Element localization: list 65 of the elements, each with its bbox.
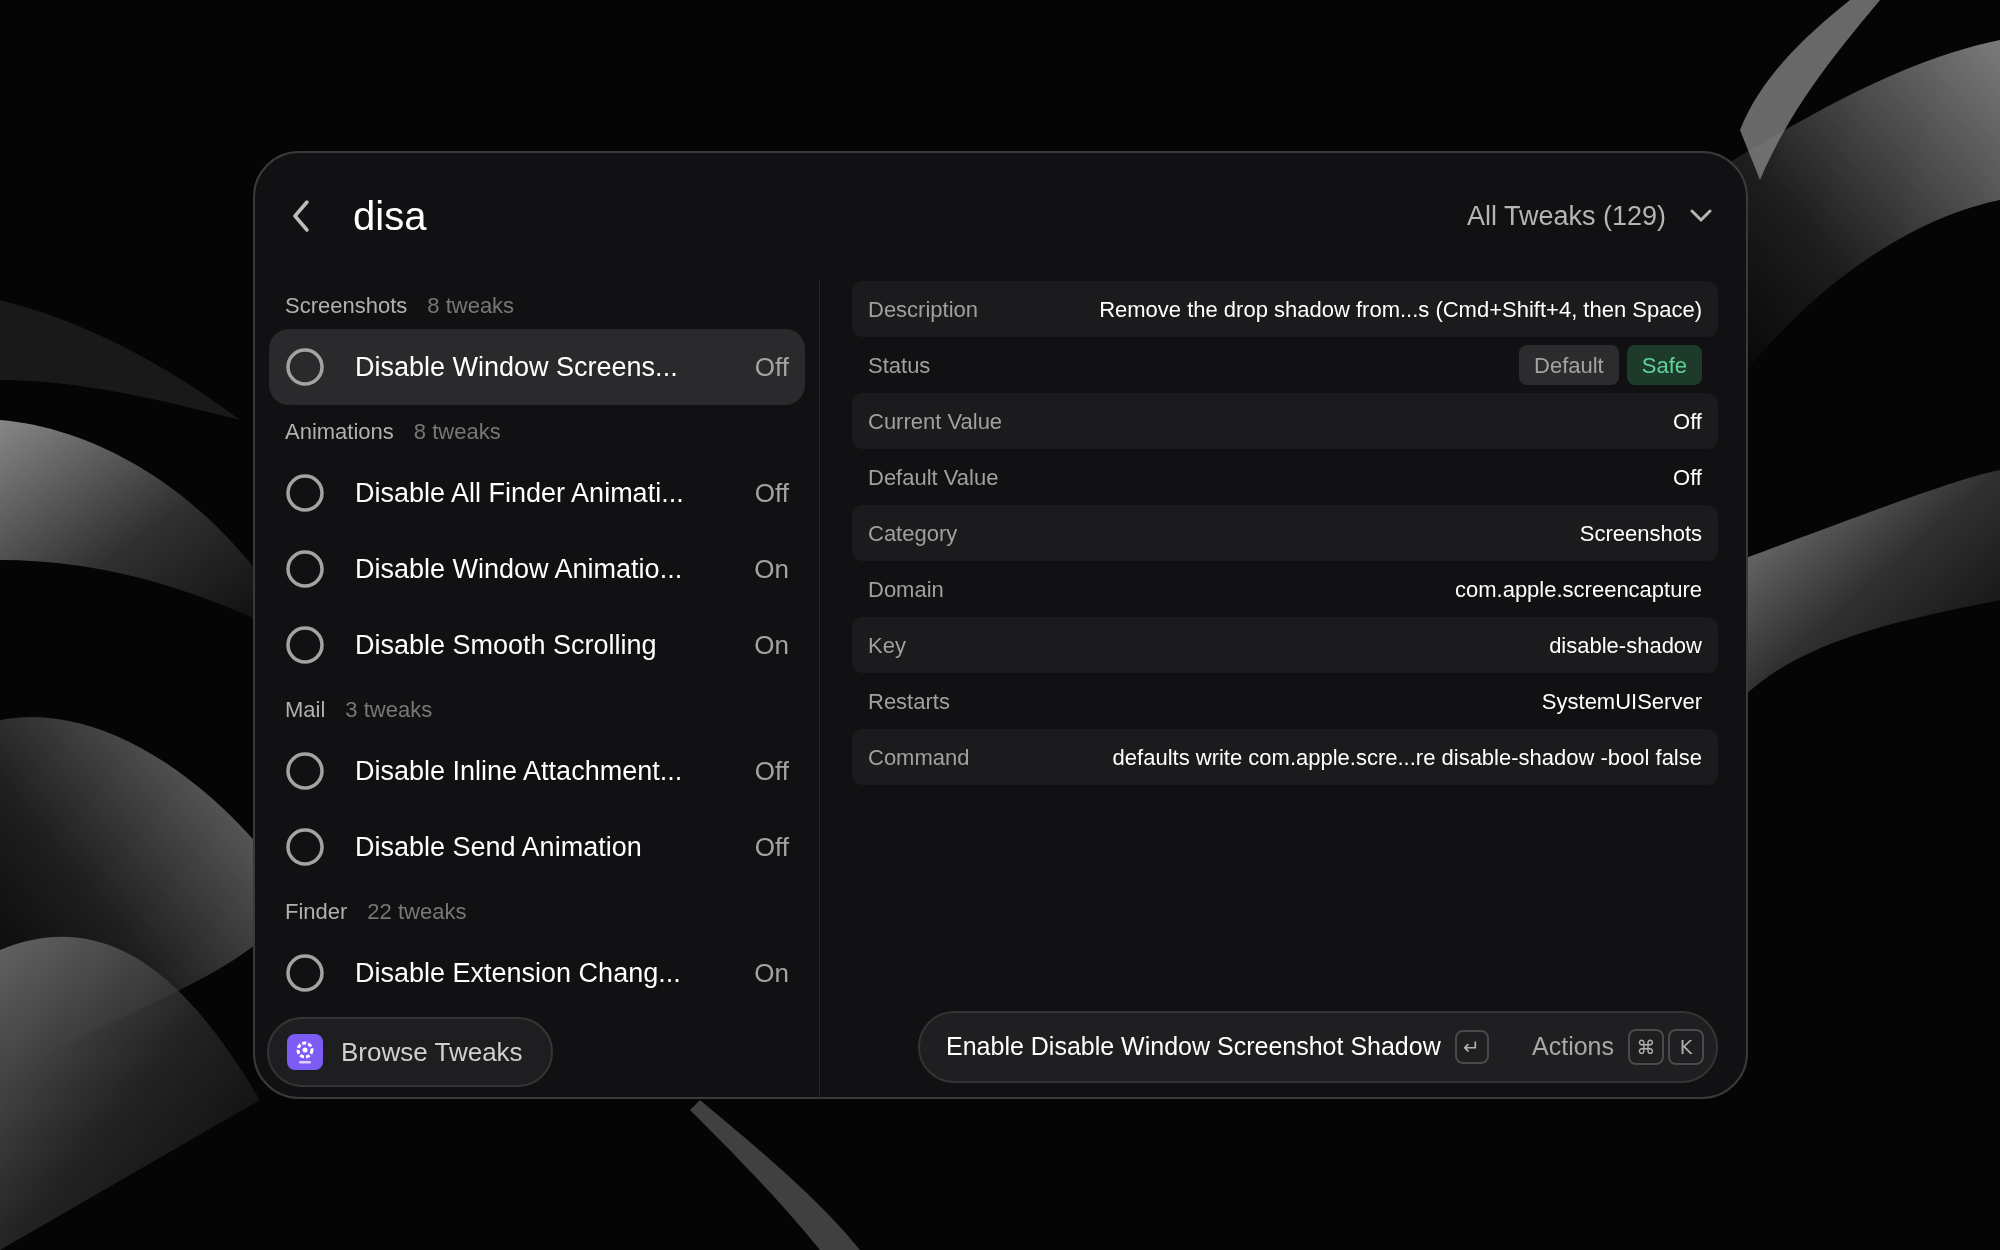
primary-action-button[interactable]: Enable Disable Window Screenshot Shadow — [946, 1028, 1441, 1066]
detail-value: SystemUIServer — [1541, 687, 1702, 716]
circle-icon — [285, 751, 325, 791]
tweak-title: Disable Window Animatio... — [355, 552, 684, 586]
key-hint: ↵ — [1454, 1030, 1489, 1064]
tweak-title: Disable Inline Attachment... — [355, 754, 684, 788]
group-count: 22 tweaks — [367, 897, 467, 926]
tweak-title: Disable Extension Chang... — [355, 956, 682, 990]
tweak-row[interactable]: Disable Inline Attachment... Off — [269, 733, 805, 809]
tweak-value: Off — [754, 350, 789, 384]
group-title: Screenshots — [285, 291, 408, 320]
detail-value: com.apple.screencapture — [1454, 575, 1702, 604]
detail-label: Restarts — [868, 687, 950, 716]
tweak-row[interactable]: Disable Window Screens... Off — [269, 329, 805, 405]
detail-label: Default Value — [868, 463, 999, 492]
tweak-title: Disable All Finder Animati... — [355, 476, 685, 510]
tweak-value: On — [754, 552, 789, 586]
circle-icon — [285, 549, 325, 589]
detail-label: Current Value — [868, 407, 1003, 436]
group-title: Finder — [285, 897, 348, 926]
detail-value: Remove the drop shadow from...s (Cmd+Shift+4, then Space) — [1099, 295, 1702, 324]
detail-label: Command — [868, 743, 970, 772]
tweak-title: Disable Window Screens... — [355, 350, 679, 384]
tweak-value: Off — [754, 476, 789, 510]
chevron-down-icon — [1690, 209, 1712, 223]
tweak-title: Disable Send Animation — [355, 830, 643, 864]
detail-value: disable-shadow — [1549, 631, 1702, 660]
tweak-value: Off — [754, 754, 789, 788]
detail-value: Screenshots — [1579, 519, 1702, 548]
detail-label: Category — [868, 519, 958, 548]
detail-label: Status — [868, 351, 931, 380]
tweak-row[interactable]: Disable Smooth Scrolling On — [269, 607, 805, 683]
status-badge: Default — [1519, 345, 1619, 385]
actions-button[interactable]: Actions — [1532, 1028, 1614, 1066]
detail-label: Key — [868, 631, 906, 660]
group-count: 8 tweaks — [427, 291, 515, 320]
group-title: Animations — [285, 417, 394, 446]
group-count: 3 tweaks — [345, 695, 433, 724]
circle-icon — [285, 625, 325, 665]
tweak-row[interactable]: Disable All Finder Animati... Off — [269, 455, 805, 531]
tweak-row[interactable]: Disable Extension Chang... On — [269, 935, 805, 1011]
circle-icon — [285, 953, 325, 993]
tweak-row[interactable]: Disable Send Animation Off — [269, 809, 805, 885]
key-hint: ⌘ — [1628, 1029, 1664, 1065]
detail-label: Description — [868, 295, 979, 324]
group-count: 8 tweaks — [413, 417, 501, 446]
circle-icon — [285, 473, 325, 513]
gear-icon — [287, 1034, 323, 1070]
filter-dropdown[interactable]: All Tweaks (129) — [1466, 195, 1712, 237]
tweak-row[interactable]: Disable Window Animatio... On — [269, 531, 805, 607]
browse-tweaks-button[interactable]: Browse Tweaks — [267, 1017, 553, 1087]
search-field[interactable]: disa — [353, 186, 753, 246]
detail-value: Off — [1673, 463, 1702, 492]
tweak-value: On — [754, 956, 789, 990]
detail-value: Off — [1673, 407, 1702, 436]
tweak-value: Off — [754, 830, 789, 864]
group-title: Mail — [285, 695, 326, 724]
tweak-value: On — [754, 628, 789, 662]
tweak-title: Disable Smooth Scrolling — [355, 628, 658, 662]
circle-icon — [285, 827, 325, 867]
detail-value: defaults write com.apple.scre...re disable-shadow -bool false — [1112, 743, 1702, 772]
circle-icon — [285, 347, 325, 387]
detail-label: Domain — [868, 575, 944, 604]
status-badge: Safe — [1626, 345, 1702, 385]
key-hint: K — [1668, 1029, 1704, 1065]
